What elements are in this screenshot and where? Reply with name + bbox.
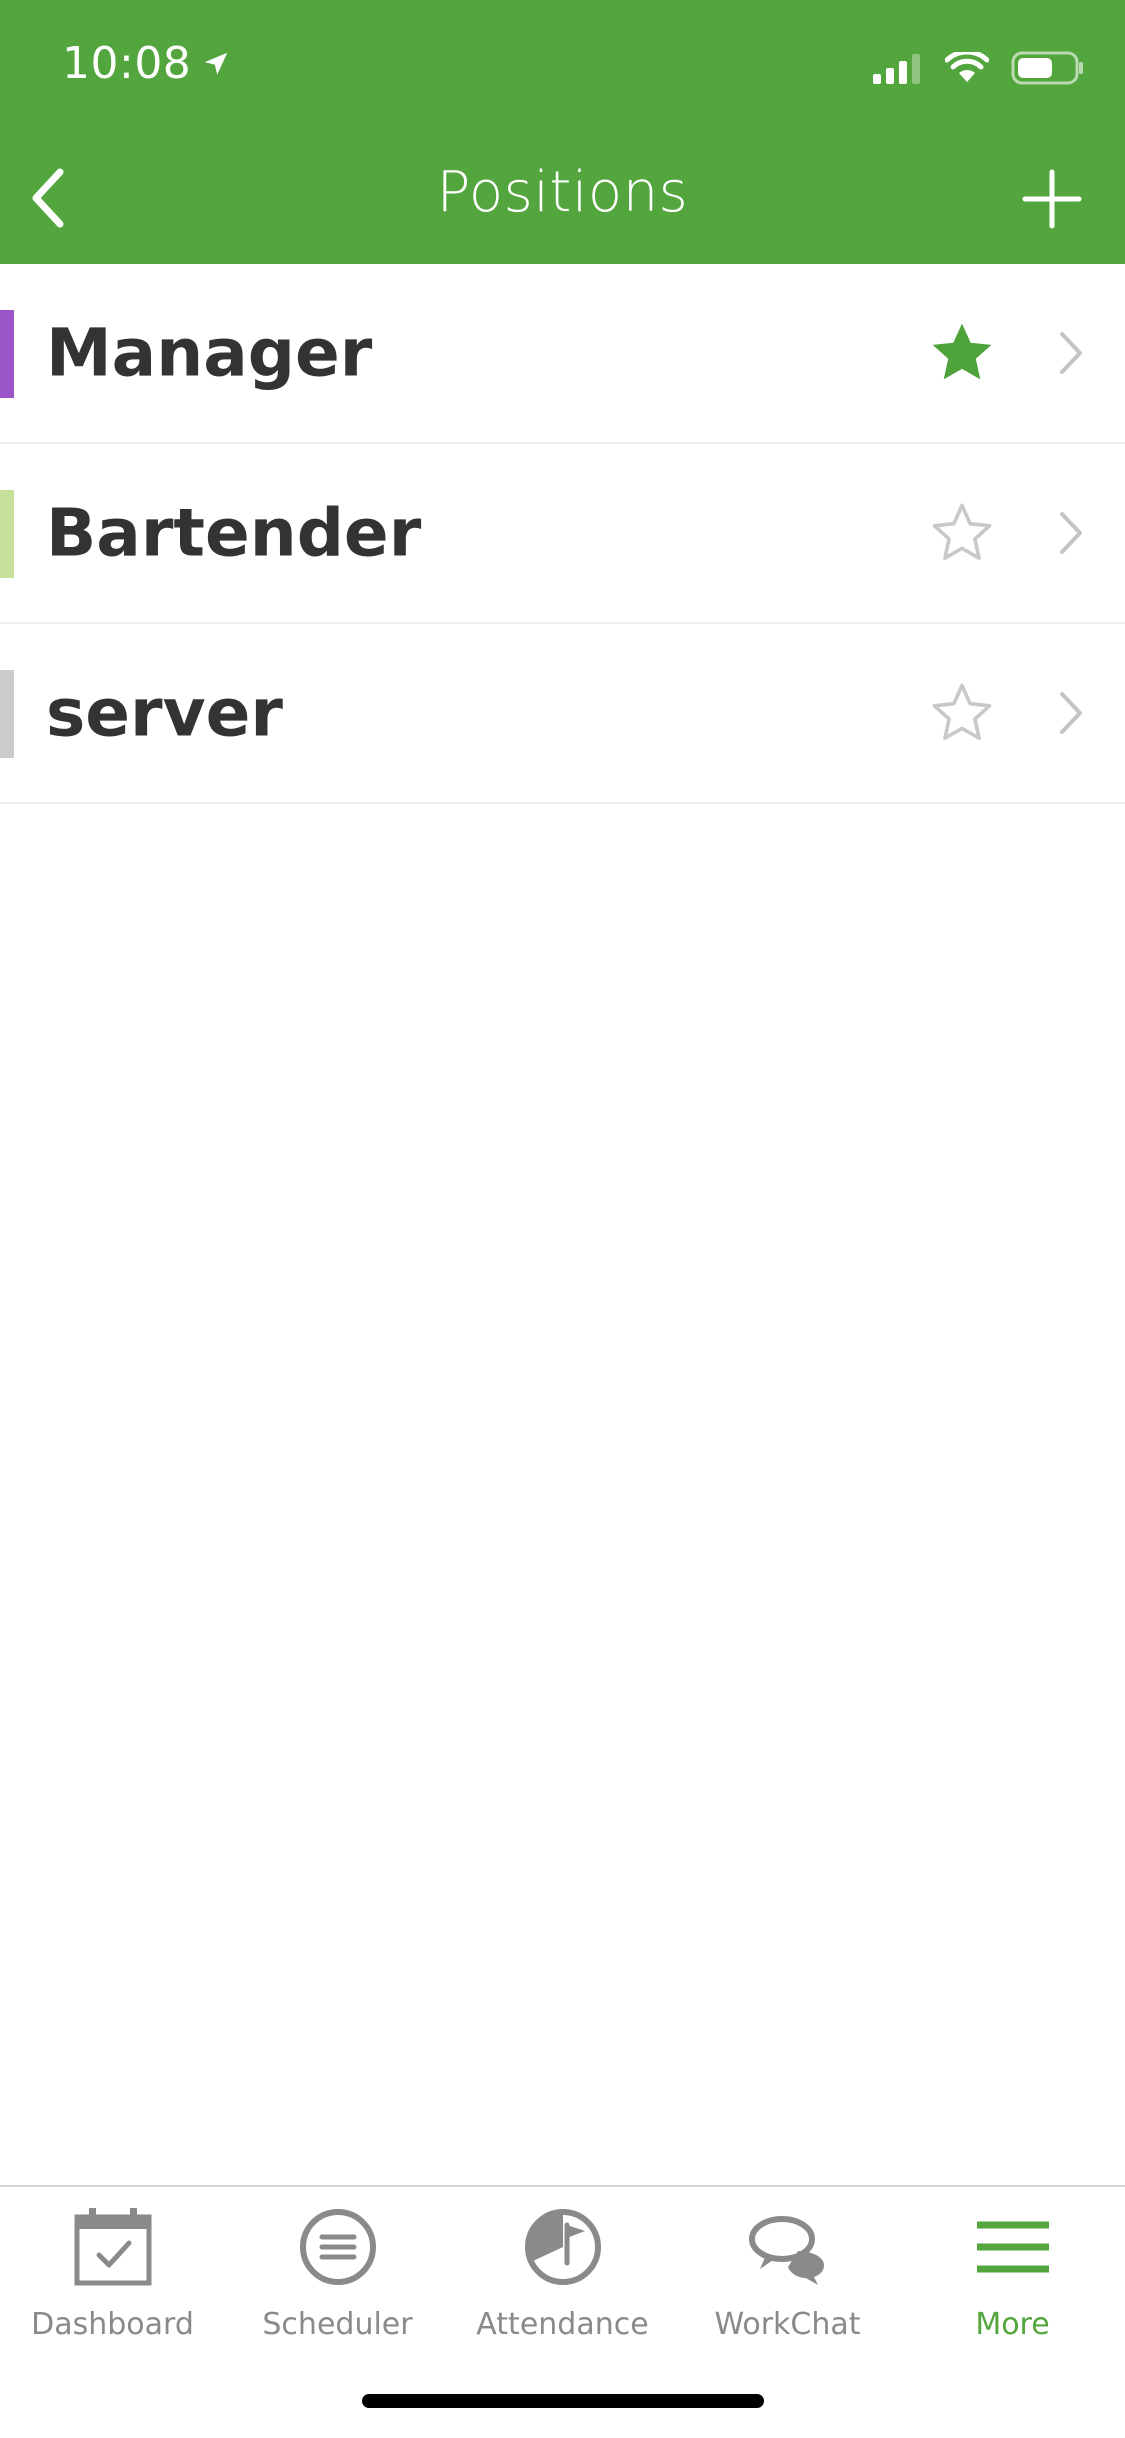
position-name: Manager [46,314,373,392]
attendance-clock-icon [524,2209,601,2285]
star-outline-icon[interactable] [926,497,998,569]
tab-label: More [975,2307,1050,2342]
position-name: server [46,674,283,752]
position-color-bar [0,670,14,758]
star-filled-icon[interactable] [926,317,998,389]
home-indicator [362,2394,764,2408]
chevron-right-icon [1060,692,1082,734]
add-position-button[interactable] [1019,166,1085,232]
status-icons [873,50,1085,86]
tab-scheduler[interactable]: Scheduler [225,2205,450,2342]
star-outline-icon[interactable] [926,677,998,749]
positions-list: Manager Bartender server [0,264,1125,804]
tab-dashboard[interactable]: Dashboard [0,2205,225,2342]
chevron-right-icon [1060,332,1082,374]
tab-label: WorkChat [714,2307,861,2342]
chat-bubbles-icon [748,2216,824,2285]
tab-attendance[interactable]: Attendance [450,2205,675,2342]
scheduler-lines-icon [299,2209,376,2285]
position-name: Bartender [46,494,422,572]
location-arrow-icon [205,52,228,75]
cellular-signal-icon [873,54,920,84]
chevron-right-icon [1060,512,1082,554]
battery-icon [1011,51,1083,85]
tab-label: Dashboard [31,2307,194,2342]
calendar-check-icon [74,2208,151,2286]
tab-more[interactable]: More [900,2205,1125,2342]
list-item[interactable]: Manager [0,264,1125,444]
tab-workchat[interactable]: WorkChat [675,2205,900,2342]
status-time-text: 10:08 [62,38,192,89]
hamburger-menu-icon [976,2221,1049,2273]
page-title: Positions [436,160,689,225]
position-color-bar [0,310,14,398]
tab-label: Scheduler [262,2307,413,2342]
tab-label: Attendance [476,2307,649,2342]
status-time: 10:08 [62,38,231,89]
list-item[interactable]: server [0,624,1125,804]
position-color-bar [0,490,14,578]
plus-icon [1022,169,1082,229]
list-item[interactable]: Bartender [0,444,1125,624]
nav-header: 10:08 Positions [0,0,1125,264]
wifi-icon [945,52,989,82]
